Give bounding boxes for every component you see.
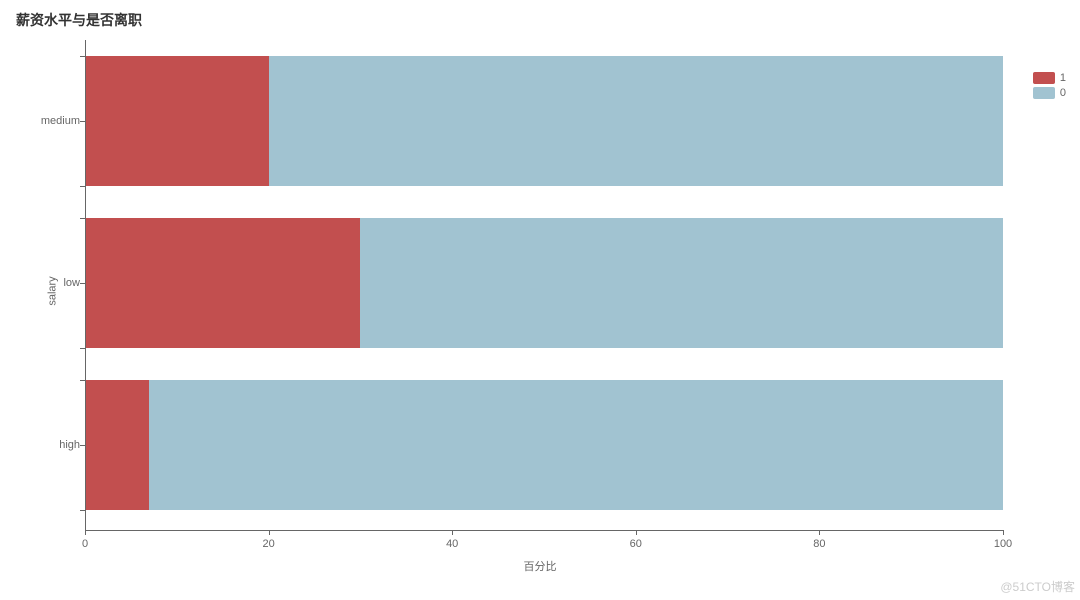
- legend-item-1[interactable]: 1: [1033, 72, 1066, 84]
- bar-seg-1: [85, 380, 149, 510]
- bar-seg-0: [360, 218, 1003, 348]
- bar-row-medium: [85, 56, 1003, 186]
- y-tick-mark: [80, 380, 85, 381]
- y-axis-line: [85, 40, 86, 530]
- x-tick-label: 20: [262, 538, 274, 550]
- x-tick-label: 0: [82, 538, 88, 550]
- bar-seg-1: [85, 218, 360, 348]
- x-tick-mark: [269, 530, 270, 535]
- legend-swatch-icon: [1033, 72, 1055, 84]
- y-tick-mark: [80, 445, 85, 446]
- y-tick-mark: [80, 510, 85, 511]
- bar-row-low: [85, 218, 1003, 348]
- x-axis-line: [85, 530, 1003, 531]
- y-tick-mark: [80, 218, 85, 219]
- bar-row-high: [85, 380, 1003, 510]
- x-tick-mark: [85, 530, 86, 535]
- legend: 1 0: [1033, 72, 1066, 102]
- y-tick-mark: [80, 186, 85, 187]
- legend-swatch-icon: [1033, 87, 1055, 99]
- y-tick-label: low: [63, 277, 80, 289]
- x-tick-label: 80: [813, 538, 825, 550]
- legend-item-0[interactable]: 0: [1033, 87, 1066, 99]
- legend-label: 0: [1060, 87, 1066, 99]
- bar-seg-0: [149, 380, 1003, 510]
- plot-area: [85, 40, 1003, 530]
- y-tick-mark: [80, 348, 85, 349]
- bar-seg-1: [85, 56, 269, 186]
- x-tick-mark: [819, 530, 820, 535]
- y-tick-mark: [80, 56, 85, 57]
- y-tick-mark: [80, 121, 85, 122]
- watermark: @51CTO博客: [1000, 578, 1075, 595]
- y-tick-label: medium: [41, 115, 80, 127]
- y-tick-mark: [80, 283, 85, 284]
- x-tick-label: 100: [994, 538, 1012, 550]
- chart-title: 薪资水平与是否离职: [16, 10, 142, 30]
- x-tick-label: 60: [630, 538, 642, 550]
- x-tick-label: 40: [446, 538, 458, 550]
- bars-container: [85, 40, 1003, 530]
- legend-label: 1: [1060, 72, 1066, 84]
- x-tick-mark: [636, 530, 637, 535]
- x-axis-title: 百分比: [524, 558, 557, 574]
- y-axis-title: salary: [47, 276, 59, 305]
- bar-seg-0: [269, 56, 1003, 186]
- y-tick-label: high: [59, 439, 80, 451]
- x-tick-mark: [1003, 530, 1004, 535]
- x-tick-mark: [452, 530, 453, 535]
